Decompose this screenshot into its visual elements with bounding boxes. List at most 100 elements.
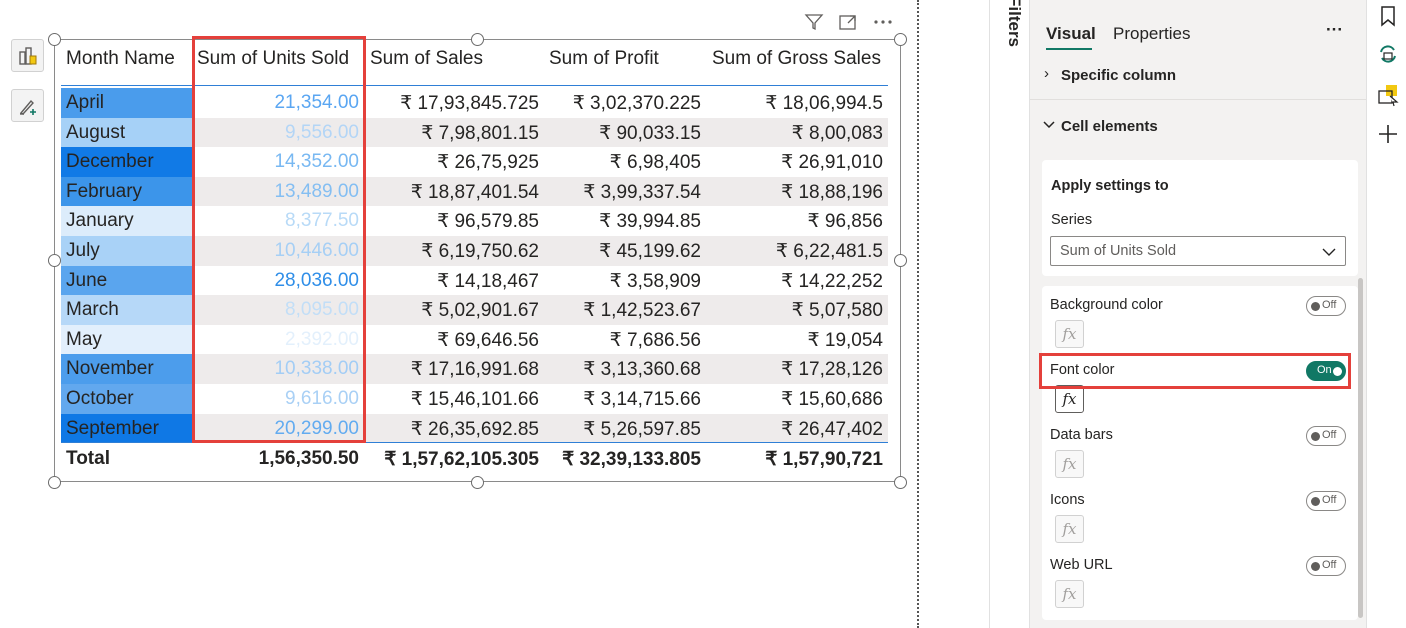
resize-handle-bottom[interactable]	[471, 476, 484, 489]
month-cell: August	[61, 117, 192, 148]
data-bars-toggle[interactable]: Off	[1306, 426, 1346, 446]
series-label: Series	[1051, 212, 1093, 228]
profit-cell: ₹ 90,033.15	[599, 122, 701, 144]
background-color-toggle[interactable]: Off	[1306, 296, 1346, 316]
series-dropdown[interactable]: Sum of Units Sold	[1050, 236, 1346, 266]
bookmark-button[interactable]	[1375, 3, 1401, 29]
toggle-state: Off	[1322, 299, 1337, 311]
toggle-knob	[1311, 562, 1320, 571]
filters-pane-collapsed[interactable]: Filters	[989, 0, 1029, 628]
resize-handle-top-left[interactable]	[48, 33, 61, 46]
month-cell: March	[61, 295, 192, 325]
month-name: May	[66, 328, 102, 350]
filter-icon[interactable]	[804, 13, 824, 31]
gross-sales-cell: ₹ 26,91,010	[781, 152, 883, 174]
table-row[interactable]: April 21,354.00 ₹ 17,93,845.725 ₹ 3,02,370.…	[61, 88, 888, 118]
table-row[interactable]: August 9,556.00 ₹ 7,98,801.15 ₹ 90,033.15 ₹ …	[61, 117, 888, 148]
table-row[interactable]: May 2,392.00 ₹ 69,646.56 ₹ 7,686.56 ₹ 19,054	[61, 324, 888, 355]
chevron-right-icon: ›	[1044, 65, 1049, 82]
icons-toggle[interactable]: Off	[1306, 491, 1346, 511]
cell-elements-label: Cell elements	[1061, 118, 1158, 135]
format-pane-scrollbar[interactable]	[1358, 278, 1363, 618]
toggle-state: Off	[1322, 429, 1337, 441]
sales-cell: ₹ 69,646.56	[437, 329, 539, 351]
column-header-gross-sales[interactable]: Sum of Gross Sales	[712, 48, 881, 70]
web-url-label: Web URL	[1050, 557, 1113, 573]
sync-slicers-button[interactable]	[1375, 41, 1401, 67]
filters-label[interactable]: Filters	[996, 0, 1024, 52]
right-toolbar	[1366, 0, 1406, 628]
format-visual-button[interactable]	[11, 89, 44, 122]
resize-handle-left[interactable]	[48, 254, 61, 267]
total-gross: ₹ 1,57,90,721	[765, 449, 883, 470]
sales-cell: ₹ 17,93,845.725	[400, 93, 539, 114]
resize-handle-right[interactable]	[894, 254, 907, 267]
gross-sales-cell: ₹ 26,47,402	[781, 418, 883, 440]
total-row: Total 1,56,350.50 ₹ 1,57,62,105.305 ₹ 32…	[61, 444, 888, 474]
table-row[interactable]: February 13,489.00 ₹ 18,87,401.54 ₹ 3,99,33…	[61, 176, 888, 207]
profit-cell: ₹ 7,686.56	[609, 329, 701, 351]
table-row[interactable]: July 10,446.00 ₹ 6,19,750.62 ₹ 45,199.62 ₹ 6…	[61, 236, 888, 266]
tab-properties[interactable]: Properties	[1113, 24, 1190, 44]
month-name: July	[66, 240, 100, 261]
font-color-highlight	[1039, 353, 1351, 389]
sales-cell: ₹ 26,35,692.85	[410, 418, 539, 440]
table-row[interactable]: June 28,036.00 ₹ 14,18,467 ₹ 3,58,909 ₹ 14,2…	[61, 265, 888, 296]
month-name: December	[66, 151, 154, 173]
more-options-icon[interactable]	[872, 13, 894, 31]
sales-cell: ₹ 18,87,401.54	[410, 181, 539, 203]
tab-visual[interactable]: Visual	[1046, 24, 1096, 44]
month-cell: February	[61, 176, 192, 207]
chevron-down-icon	[1043, 121, 1055, 129]
profit-cell: ₹ 5,26,597.85	[583, 418, 701, 440]
table-row[interactable]: January 8,377.50 ₹ 96,579.85 ₹ 39,994.85 ₹ 9…	[61, 206, 888, 236]
visual-header	[804, 13, 894, 31]
cell-elements-section[interactable]: Cell elements	[1030, 110, 1366, 150]
specific-column-section[interactable]: › Specific column	[1030, 58, 1366, 100]
icons-fx-button[interactable]: fx	[1055, 515, 1084, 543]
web-url-toggle[interactable]: Off	[1306, 556, 1346, 576]
table-row[interactable]: September 20,299.00 ₹ 26,35,692.85 ₹ 5,26,5…	[61, 413, 888, 444]
profit-cell: ₹ 1,42,523.67	[583, 300, 701, 322]
data-bars-fx-button[interactable]: fx	[1055, 450, 1084, 478]
resize-handle-top[interactable]	[471, 33, 484, 46]
background-color-label: Background color	[1050, 297, 1163, 313]
tab-visual-underline	[1046, 48, 1092, 50]
resize-handle-bottom-left[interactable]	[48, 476, 61, 489]
table-row[interactable]: March 8,095.00 ₹ 5,02,901.67 ₹ 1,42,523.67 ₹…	[61, 295, 888, 325]
column-header-profit[interactable]: Sum of Profit	[549, 48, 659, 70]
profit-cell: ₹ 45,199.62	[599, 241, 701, 262]
total-profit: ₹ 32,39,133.805	[562, 449, 701, 470]
table-row[interactable]: October 9,616.00 ₹ 15,46,101.66 ₹ 3,14,715.…	[61, 384, 888, 414]
month-cell: October	[61, 384, 192, 414]
table-row[interactable]: November 10,338.00 ₹ 17,16,991.68 ₹ 3,13,36…	[61, 354, 888, 384]
add-pane-button[interactable]	[1375, 121, 1401, 147]
month-name: August	[66, 121, 126, 143]
total-label: Total	[66, 448, 110, 469]
table-row[interactable]: December 14,352.00 ₹ 26,75,925 ₹ 6,98,405 ₹ …	[61, 147, 888, 177]
gross-sales-cell: ₹ 15,60,686	[781, 389, 883, 410]
focus-mode-icon[interactable]	[838, 13, 858, 31]
profit-cell: ₹ 3,13,360.68	[583, 359, 701, 381]
month-name: September	[66, 417, 159, 439]
web-url-fx-button[interactable]: fx	[1055, 580, 1084, 608]
sales-cell: ₹ 17,16,991.68	[410, 359, 539, 381]
column-header-sales[interactable]: Sum of Sales	[370, 48, 483, 70]
font-color-fx-button[interactable]: fx	[1055, 385, 1084, 413]
gross-sales-cell: ₹ 17,28,126	[781, 359, 883, 381]
selection-pane-button[interactable]	[1375, 82, 1401, 108]
background-color-fx-button[interactable]: fx	[1055, 320, 1084, 348]
resize-handle-bottom-right[interactable]	[894, 476, 907, 489]
pane-more-options-icon[interactable]: ···	[1326, 20, 1343, 40]
month-name: February	[66, 180, 143, 202]
total-divider	[61, 442, 888, 443]
month-name: November	[66, 358, 154, 380]
month-cell: May	[61, 324, 192, 355]
month-cell: December	[61, 147, 192, 177]
column-header-month[interactable]: Month Name	[66, 48, 175, 70]
apply-settings-label: Apply settings to	[1051, 178, 1169, 194]
gross-sales-cell: ₹ 18,88,196	[781, 181, 883, 203]
toggle-knob	[1311, 302, 1320, 311]
resize-handle-top-right[interactable]	[894, 33, 907, 46]
build-visual-button[interactable]	[11, 39, 44, 72]
